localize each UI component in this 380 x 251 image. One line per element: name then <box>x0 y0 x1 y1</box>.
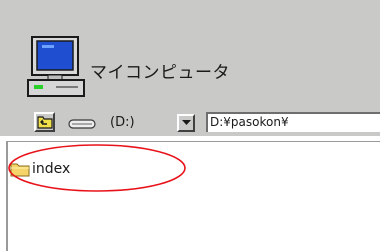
folder-label: index <box>32 161 71 177</box>
file-list-item[interactable]: index <box>10 160 120 180</box>
toolbar: (D:) D:¥pasokon¥ <box>0 104 380 136</box>
explorer-window: マイコンピュータ (D:) D:¥pasokon¥ index <box>0 0 380 251</box>
drive-dropdown-button[interactable] <box>177 114 195 132</box>
drive-icon <box>68 119 96 129</box>
file-list-pane[interactable] <box>0 138 380 251</box>
up-folder-button[interactable] <box>34 112 55 132</box>
path-input[interactable]: D:¥pasokon¥ <box>206 112 380 132</box>
pane-left-edge <box>6 142 8 251</box>
computer-icon <box>27 36 85 97</box>
pane-divider <box>6 141 380 142</box>
folder-icon <box>10 163 30 177</box>
chevron-down-icon <box>182 120 191 125</box>
drive-select[interactable]: (D:) <box>62 114 195 132</box>
up-folder-icon <box>37 116 53 129</box>
window-title: マイコンピュータ <box>90 63 230 83</box>
title-area: マイコンピュータ <box>0 0 380 104</box>
drive-label: (D:) <box>110 115 135 130</box>
